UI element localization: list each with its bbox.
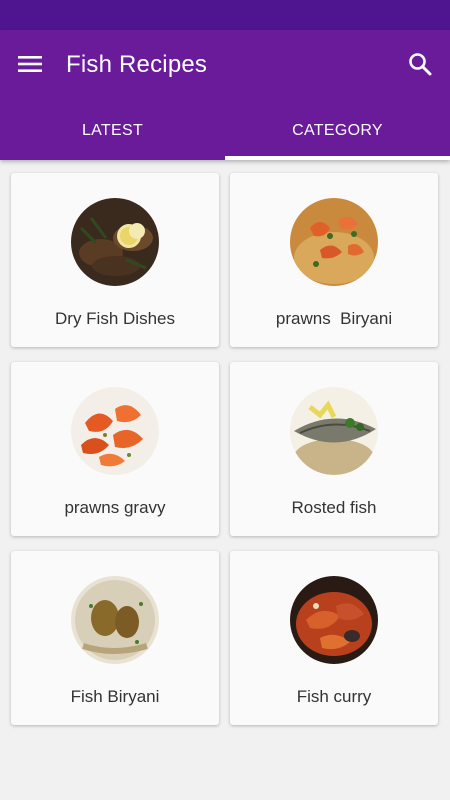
- category-card[interactable]: prawns Biryani: [230, 173, 438, 347]
- app-title: Fish Recipes: [66, 51, 208, 78]
- fish-curry-image: [290, 576, 378, 664]
- category-label: Fish curry: [296, 687, 372, 706]
- search-icon: [407, 51, 433, 82]
- tab-latest[interactable]: LATEST: [0, 102, 225, 160]
- status-bar: [0, 0, 450, 30]
- category-label: Dry Fish Dishes: [55, 309, 175, 328]
- tab-category[interactable]: CATEGORY: [225, 102, 450, 160]
- category-card[interactable]: Rosted fish: [230, 362, 438, 536]
- category-card[interactable]: Fish Biryani: [11, 551, 219, 725]
- fish-biryani-image: [71, 576, 159, 664]
- prawns-gravy-image: [71, 387, 159, 475]
- app-bar: Fish Recipes LATEST CATEGORY: [0, 30, 450, 160]
- category-label: Rosted fish: [291, 498, 377, 517]
- search-button[interactable]: [402, 48, 438, 84]
- tab-bar: LATEST CATEGORY: [0, 102, 450, 160]
- category-label: prawns gravy: [64, 498, 166, 517]
- category-grid: Dry Fish Dishes prawns Biryani prawns gr…: [11, 173, 439, 725]
- menu-button[interactable]: [12, 48, 48, 84]
- category-label: Fish Biryani: [70, 687, 160, 706]
- dry-fish-dishes-image: [71, 198, 159, 286]
- category-card[interactable]: prawns gravy: [11, 362, 219, 536]
- menu-icon: [17, 54, 43, 79]
- category-card[interactable]: Dry Fish Dishes: [11, 173, 219, 347]
- roasted-fish-image: [290, 387, 378, 475]
- category-card[interactable]: Fish curry: [230, 551, 438, 725]
- category-label: prawns Biryani: [275, 309, 393, 328]
- prawns-biryani-image: [290, 198, 378, 286]
